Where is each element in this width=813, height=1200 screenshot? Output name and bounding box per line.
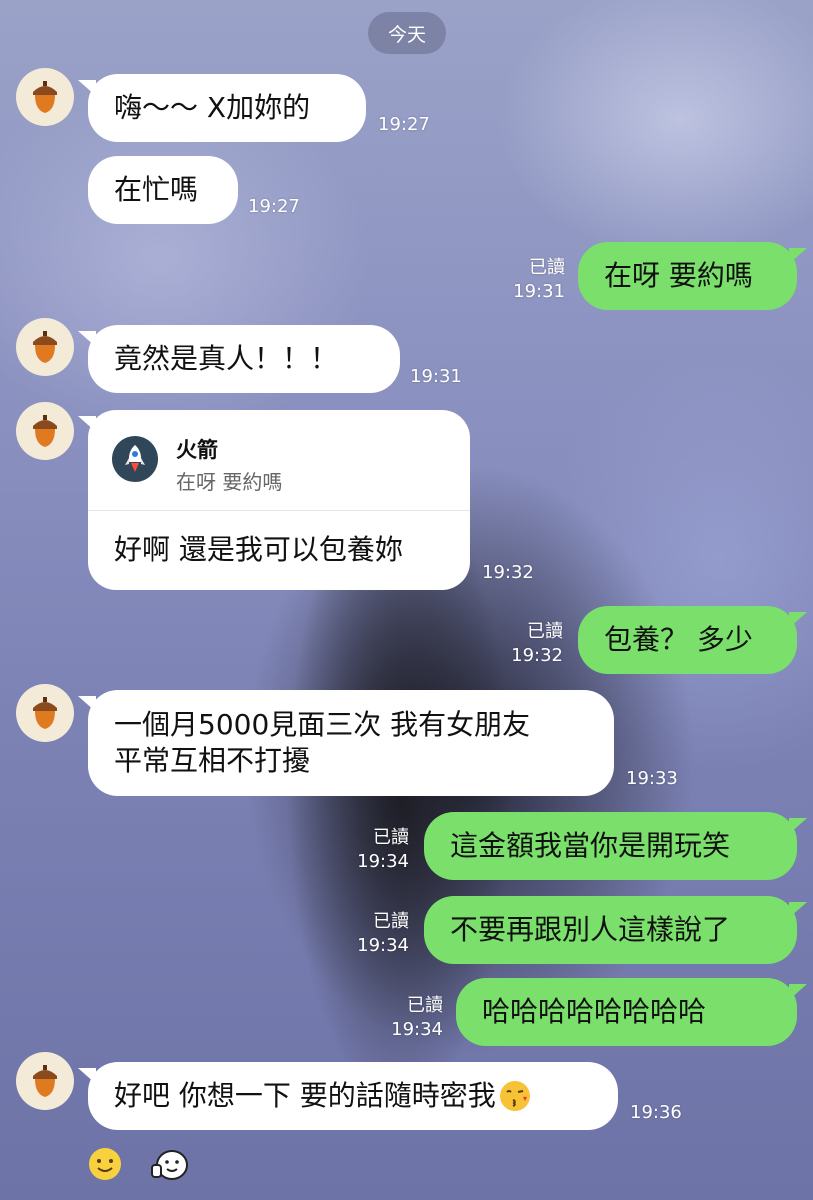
contact-avatar[interactable] [16,1052,74,1110]
message-text: 好吧 你想一下 要的話隨時密我 [114,1079,496,1112]
reply-message-bubble[interactable]: 火箭 在呀 要約嗎 好啊 還是我可以包養妳 [78,410,470,590]
message-meta: 已讀 19:34 [357,910,409,958]
message-text: 好啊 還是我可以包養妳 [114,533,403,566]
contact-avatar[interactable] [16,68,74,126]
read-status: 已讀 [373,827,409,848]
rocket-icon [112,436,158,482]
quoted-message[interactable]: 火箭 在呀 要約嗎 [112,432,452,502]
kissing-face-emoji [499,1081,530,1111]
message-time: 19:34 [357,851,409,872]
incoming-message-bubble[interactable]: 在忙嗎 [88,156,238,224]
quoted-sender-name: 火箭 [176,438,218,462]
acorn-icon [33,331,57,363]
contact-avatar[interactable] [16,318,74,376]
message-time: 19:31 [513,281,565,302]
message-text-line: 一個月5000見面三次 我有女朋友 [114,708,531,741]
contact-avatar[interactable] [16,402,74,460]
message-meta: 已讀 19:34 [357,826,409,874]
incoming-message-bubble[interactable]: 好吧 你想一下 要的話隨時密我 [78,1062,618,1130]
acorn-icon [33,81,57,113]
message-text: 竟然是真人！！！ [114,342,339,375]
message-text: 在忙嗎 [114,173,199,206]
message-time: 19:32 [511,645,563,666]
message-text: 包養？ 多少 [604,623,753,656]
incoming-message-bubble[interactable]: 嗨～～ X加妳的 [78,74,366,142]
message-text: 在呀 要約嗎 [604,259,753,292]
message-time: 19:32 [482,562,534,583]
message-time: 19:36 [630,1102,682,1123]
outgoing-message-bubble[interactable]: 哈哈哈哈哈哈哈哈 [456,978,807,1046]
message-text: 這金額我當你是開玩笑 [450,829,731,862]
contact-avatar[interactable] [16,684,74,742]
date-separator: 今天 [368,12,446,54]
acorn-icon [33,1065,57,1097]
read-status: 已讀 [527,621,563,642]
acorn-icon [33,697,57,729]
divider [88,510,470,511]
message-text: 不要再跟別人這樣說了 [450,913,731,946]
message-time: 19:33 [626,768,678,789]
message-time: 19:31 [410,366,462,387]
smiley-emoji-icon [89,1148,121,1180]
outgoing-message-bubble[interactable]: 包養？ 多少 [578,606,807,674]
sticker-icon [151,1150,188,1180]
sticker-button[interactable] [150,1145,188,1183]
emoji-button[interactable] [86,1145,124,1183]
outgoing-message-bubble[interactable]: 不要再跟別人這樣說了 [424,896,807,964]
outgoing-message-bubble[interactable]: 這金額我當你是開玩笑 [424,812,807,880]
message-time: 19:34 [391,1019,443,1040]
outgoing-message-bubble[interactable]: 在呀 要約嗎 [578,242,807,310]
message-text: 哈哈哈哈哈哈哈哈 [482,995,707,1028]
read-status: 已讀 [407,995,443,1016]
incoming-message-bubble[interactable]: 一個月5000見面三次 我有女朋友 平常互相不打擾 [78,690,614,796]
message-text: 嗨～～ X加妳的 [114,91,311,124]
message-text-line: 平常互相不打擾 [114,744,311,777]
acorn-icon [33,415,57,447]
message-time: 19:34 [357,935,409,956]
read-status: 已讀 [529,257,565,278]
message-meta: 已讀 19:34 [391,994,443,1042]
message-meta: 已讀 19:31 [513,256,565,304]
quoted-message-text: 在呀 要約嗎 [176,470,283,494]
read-status: 已讀 [373,911,409,932]
message-meta: 已讀 19:32 [511,620,563,668]
message-time: 19:27 [378,114,430,135]
incoming-message-bubble[interactable]: 竟然是真人！！！ [78,325,400,393]
message-time: 19:27 [248,196,300,217]
